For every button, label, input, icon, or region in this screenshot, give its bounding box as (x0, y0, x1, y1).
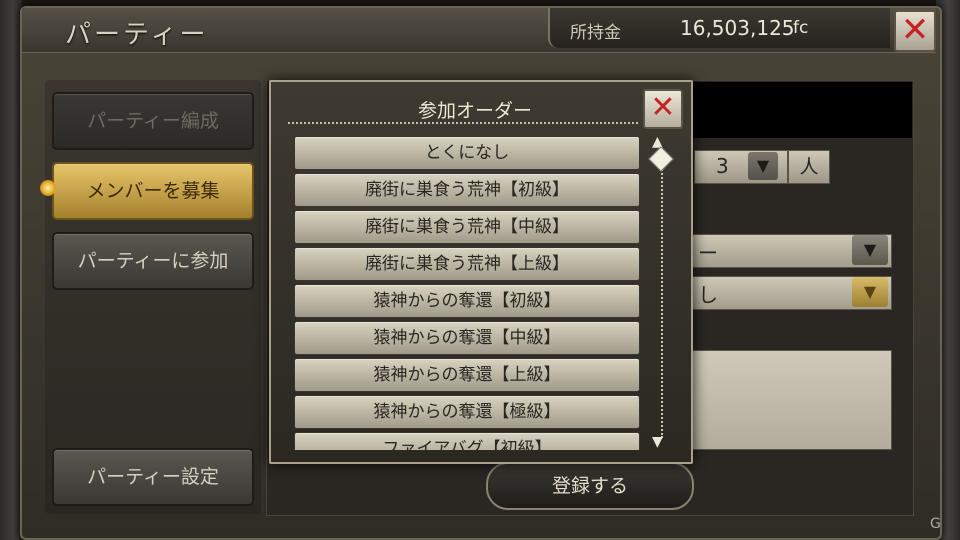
member-count-unit: 人 (788, 150, 830, 184)
condition-select-1-dropdown-icon[interactable]: ▼ (852, 235, 888, 265)
party-name-field[interactable] (690, 82, 912, 138)
option-sarugami-extreme[interactable]: 猿神からの奪還【極級】 (294, 395, 640, 429)
comment-field[interactable] (690, 350, 892, 450)
window-close-button[interactable]: ✕ (894, 10, 936, 52)
condition-select-1-value: ー (698, 241, 718, 265)
sidebar-item-recruit-members[interactable]: メンバーを募集 (52, 162, 254, 220)
modal-close-button[interactable]: ✕ (643, 89, 683, 129)
money-unit: fc (793, 18, 809, 38)
condition-select-2-dropdown-icon[interactable]: ▼ (852, 277, 888, 307)
money-value: 16,503,125 (680, 16, 795, 40)
option-haigai-beginner[interactable]: 廃街に巣食う荒神【初級】 (294, 173, 640, 207)
scrollbar-track[interactable] (661, 166, 663, 438)
option-firebug-beginner[interactable]: ファイアバグ【初級】 (294, 432, 640, 450)
option-sarugami-beginner[interactable]: 猿神からの奪還【初級】 (294, 284, 640, 318)
register-button[interactable]: 登録する (486, 462, 694, 510)
member-count-value: 3 (716, 154, 729, 178)
modal-title-divider (288, 122, 638, 124)
member-count-dropdown-icon[interactable]: ▼ (748, 152, 778, 180)
option-sarugami-advanced[interactable]: 猿神からの奪還【上級】 (294, 358, 640, 392)
option-haigai-intermediate[interactable]: 廃街に巣食う荒神【中級】 (294, 210, 640, 244)
condition-select-2-value: し (698, 283, 718, 307)
money-label: 所持金 (570, 23, 621, 43)
order-option-list[interactable]: とくになし 廃街に巣食う荒神【初級】 廃街に巣食う荒神【中級】 廃街に巣食う荒神… (292, 134, 644, 450)
option-haigai-advanced[interactable]: 廃街に巣食う荒神【上級】 (294, 247, 640, 281)
option-none[interactable]: とくになし (294, 136, 640, 170)
sidebar-item-join-party[interactable]: パーティーに参加 (52, 232, 254, 290)
modal-title: 参加オーダー (418, 100, 533, 122)
scroll-down-arrow-icon[interactable]: ▼ (652, 434, 663, 450)
sidebar-item-party-formation[interactable]: パーティー編成 (52, 92, 254, 150)
background-left-edge (0, 0, 22, 540)
option-sarugami-intermediate[interactable]: 猿神からの奪還【中級】 (294, 321, 640, 355)
page-title: パーティー (65, 20, 209, 50)
sidebar-item-party-settings[interactable]: パーティー設定 (52, 448, 254, 506)
active-indicator-icon (40, 180, 56, 196)
watermark-logo: G (930, 516, 941, 532)
